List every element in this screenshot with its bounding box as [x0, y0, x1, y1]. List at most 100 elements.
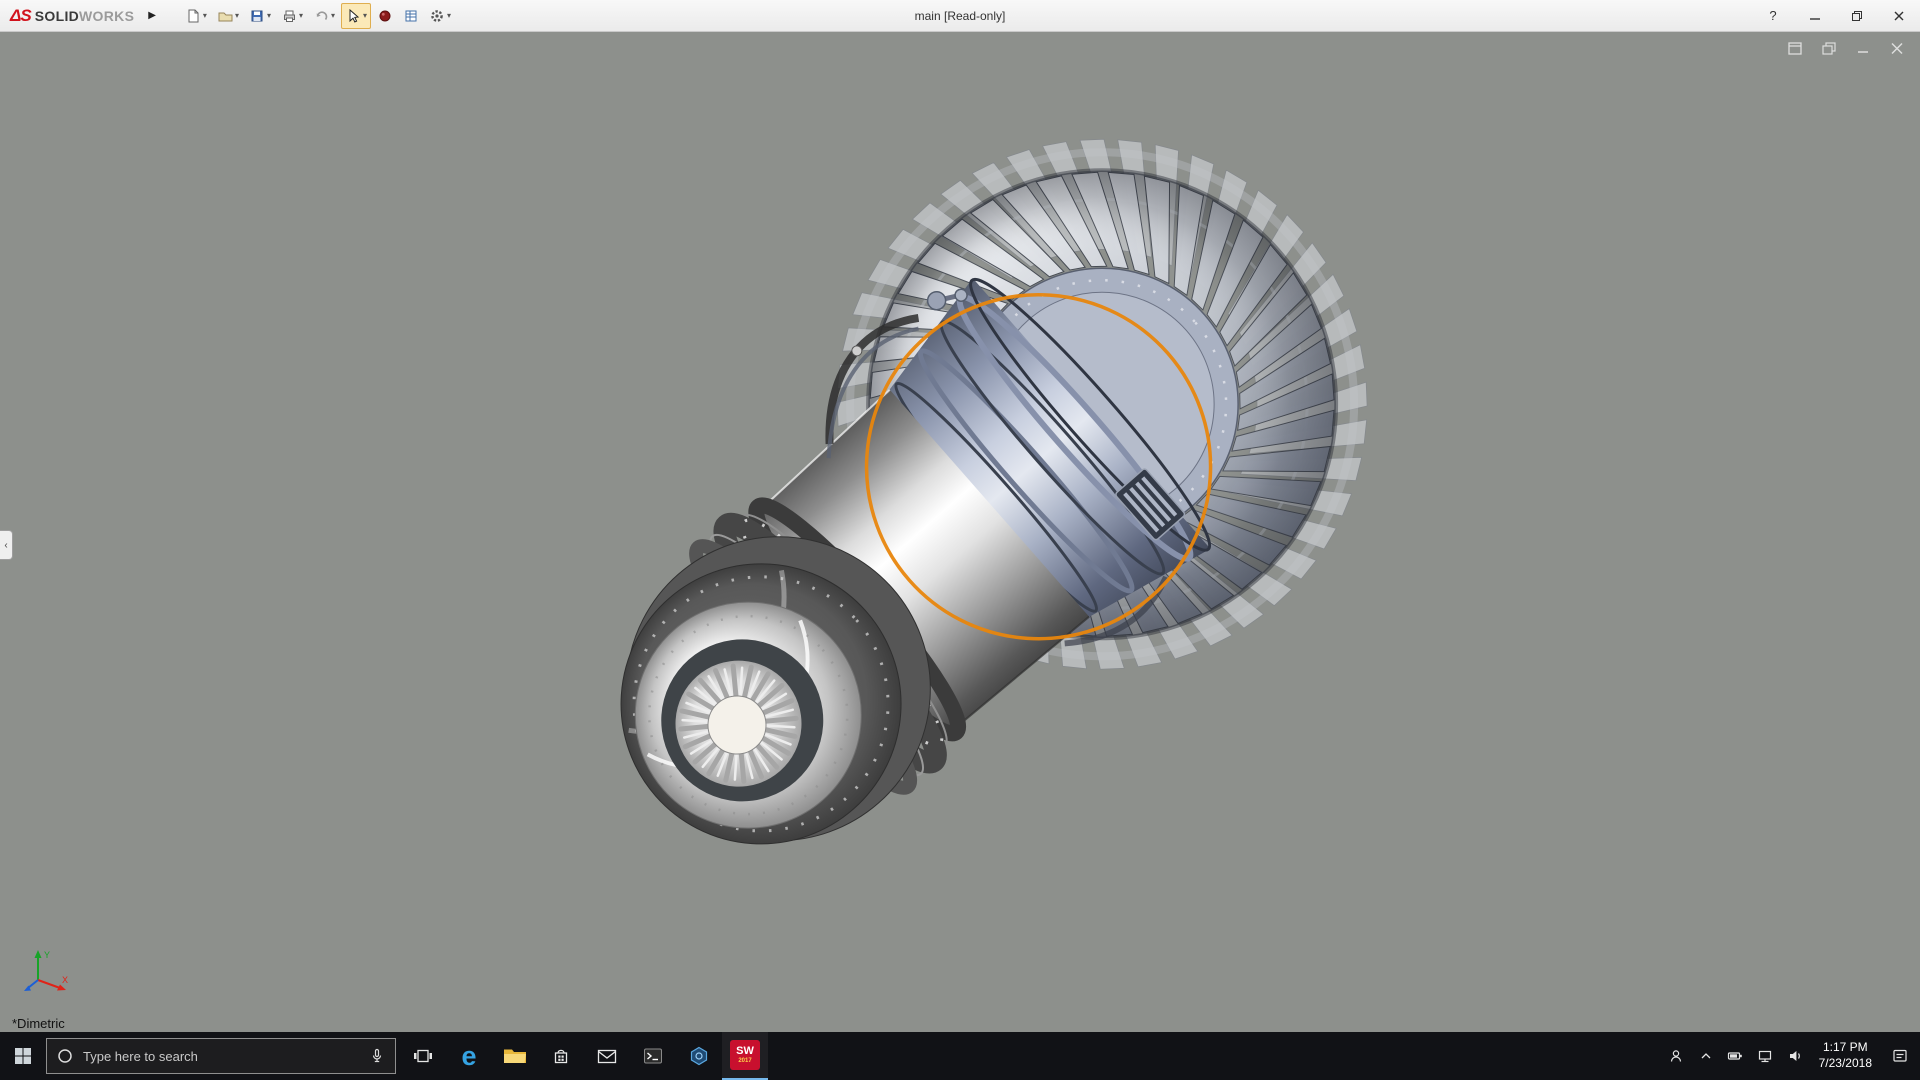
minimize-icon: [1809, 10, 1821, 22]
menu-flyout-arrow[interactable]: ▶: [140, 7, 164, 24]
solidworks-version-badge: 2017: [738, 1058, 751, 1064]
microphone-icon[interactable]: [369, 1048, 385, 1064]
hidden-icons-button[interactable]: [1691, 1032, 1721, 1080]
y-axis-label: Y: [44, 950, 50, 960]
edge-button[interactable]: e: [446, 1032, 492, 1080]
viewport-canvas[interactable]: ‹ Y X *Dimetric: [0, 32, 1920, 1032]
people-icon: [1668, 1048, 1684, 1064]
volume-button[interactable]: [1781, 1032, 1811, 1080]
windows-taskbar: e SW 2017 1:17: [0, 1032, 1920, 1080]
solidworks-icon: SW 2017: [730, 1040, 760, 1070]
undo-button[interactable]: ▾: [309, 3, 339, 29]
appearance-button[interactable]: [373, 3, 397, 29]
titlebar: ΔS SOLID WORKS ▶ ▾ ▾ ▾ ▾ ▾ ▾: [0, 0, 1920, 32]
hexagon-app-icon: [689, 1046, 709, 1066]
quick-access-toolbar: ▾ ▾ ▾ ▾ ▾ ▾ ▾: [180, 0, 456, 31]
task-pane-collapse-tab[interactable]: ‹: [0, 530, 13, 560]
options-button[interactable]: ▾: [425, 3, 455, 29]
new-document-button[interactable]: ▾: [181, 3, 211, 29]
chevron-down-icon: ▾: [299, 11, 303, 20]
open-button[interactable]: ▾: [213, 3, 243, 29]
print-button[interactable]: ▾: [277, 3, 307, 29]
solidworks-icon-label: SW: [736, 1046, 754, 1057]
help-button[interactable]: ?: [1752, 0, 1794, 31]
close-button[interactable]: [1878, 0, 1920, 31]
chevron-down-icon: ▾: [331, 11, 335, 20]
volume-icon: [1787, 1048, 1804, 1064]
engine-3d-model[interactable]: [0, 32, 1920, 1032]
notifications-icon: [1892, 1048, 1909, 1064]
appearance-sphere-icon: [377, 8, 393, 24]
doc-new-window-button[interactable]: [1786, 40, 1804, 56]
command-prompt-button[interactable]: [630, 1032, 676, 1080]
undo-icon: [313, 8, 329, 24]
network-icon: [1757, 1048, 1774, 1064]
save-button[interactable]: ▾: [245, 3, 275, 29]
x-axis: [38, 980, 60, 988]
close-icon: [1893, 10, 1905, 22]
clock-time: 1:17 PM: [1819, 1040, 1872, 1056]
start-button[interactable]: [0, 1032, 46, 1080]
mail-button[interactable]: [584, 1032, 630, 1080]
chevron-down-icon: ▾: [203, 11, 207, 20]
battery-icon: [1727, 1048, 1744, 1064]
task-view-icon: [413, 1048, 433, 1064]
minimize-button[interactable]: [1794, 0, 1836, 31]
doc-close-button[interactable]: [1888, 40, 1906, 56]
people-button[interactable]: [1661, 1032, 1691, 1080]
view-orientation-label: *Dimetric: [12, 1016, 65, 1031]
file-explorer-icon: [503, 1047, 527, 1066]
chevron-down-icon: ▾: [447, 11, 451, 20]
command-prompt-icon: [643, 1047, 663, 1065]
options-gear-icon: [429, 8, 445, 24]
cortana-circle-icon: [57, 1048, 73, 1064]
mail-icon: [597, 1049, 617, 1064]
taskbar-search-box[interactable]: [46, 1038, 396, 1074]
solidworks-logo: ΔS SOLID WORKS: [0, 6, 140, 26]
store-button[interactable]: [538, 1032, 584, 1080]
x-axis-label: X: [62, 975, 68, 985]
system-tray: 1:17 PM 7/23/2018: [1661, 1032, 1920, 1080]
doc-new-window-icon: [1788, 42, 1802, 55]
hidden-icons-chevron: [1698, 1048, 1714, 1064]
dassault-logo-icon: ΔS: [10, 6, 31, 26]
restore-icon: [1851, 10, 1863, 22]
select-tool-button[interactable]: ▾: [341, 3, 371, 29]
chevron-left-icon: ‹: [4, 540, 7, 551]
new-document-icon: [185, 8, 201, 24]
brand-works-text: WORKS: [79, 8, 134, 24]
window-controls: ?: [1752, 0, 1920, 31]
taskbar-clock[interactable]: 1:17 PM 7/23/2018: [1811, 1040, 1880, 1071]
doc-cascade-button[interactable]: [1820, 40, 1838, 56]
file-properties-button[interactable]: [399, 3, 423, 29]
action-center-button[interactable]: [1880, 1032, 1920, 1080]
solidworks-app-button[interactable]: SW 2017: [722, 1032, 768, 1080]
search-input[interactable]: [83, 1049, 359, 1064]
edge-icon: e: [461, 1043, 476, 1070]
chevron-down-icon: ▾: [267, 11, 271, 20]
store-icon: [552, 1047, 570, 1065]
brand-solid-text: SOLID: [35, 8, 79, 24]
z-axis: [28, 980, 38, 988]
hexagon-app-button[interactable]: [676, 1032, 722, 1080]
doc-minimize-icon: [1856, 42, 1870, 55]
select-arrow-icon: [345, 8, 361, 24]
chevron-down-icon: ▾: [363, 11, 367, 20]
restore-button[interactable]: [1836, 0, 1878, 31]
save-icon: [249, 8, 265, 24]
orientation-triad[interactable]: Y X: [20, 946, 72, 998]
document-window-controls: [1786, 40, 1906, 56]
y-axis-arrow: [35, 950, 42, 958]
doc-cascade-icon: [1822, 42, 1836, 55]
chevron-down-icon: ▾: [235, 11, 239, 20]
file-properties-icon: [403, 8, 419, 24]
open-icon: [217, 8, 233, 24]
file-explorer-button[interactable]: [492, 1032, 538, 1080]
doc-minimize-button[interactable]: [1854, 40, 1872, 56]
network-button[interactable]: [1751, 1032, 1781, 1080]
task-view-button[interactable]: [400, 1032, 446, 1080]
print-icon: [281, 8, 297, 24]
battery-button[interactable]: [1721, 1032, 1751, 1080]
clock-date: 7/23/2018: [1819, 1056, 1872, 1072]
windows-start-icon: [14, 1047, 32, 1065]
